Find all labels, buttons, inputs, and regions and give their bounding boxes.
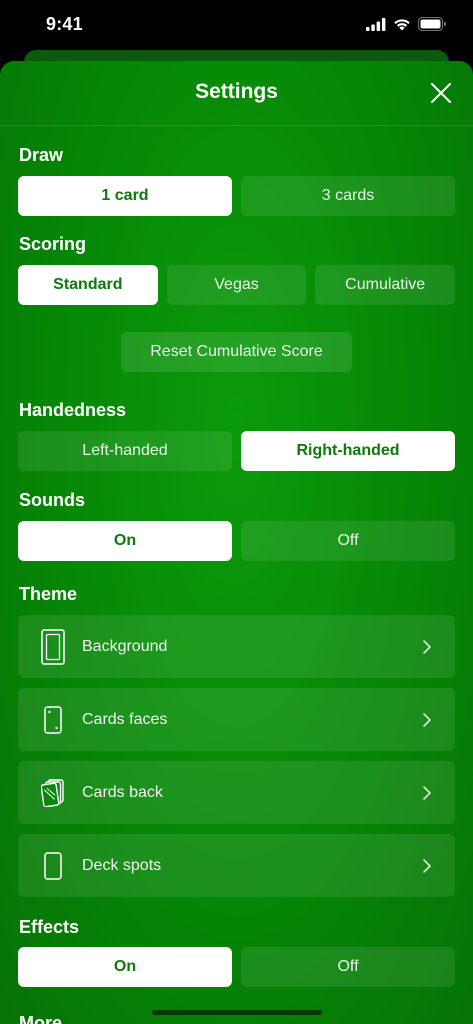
sounds-option-on[interactable]: On bbox=[18, 521, 232, 561]
theme-item-background[interactable]: Background bbox=[18, 615, 455, 678]
handedness-label: Handedness bbox=[19, 400, 127, 420]
sounds-segmented-control: On Off bbox=[18, 521, 455, 561]
effects-option-off[interactable]: Off bbox=[241, 947, 455, 987]
page-title: Settings bbox=[195, 80, 278, 103]
draw-option-3-cards[interactable]: 3 cards bbox=[241, 176, 455, 216]
handedness-segmented-control: Left-handed Right-handed bbox=[18, 431, 455, 471]
draw-segmented-control: 1 card 3 cards bbox=[18, 176, 455, 216]
close-button[interactable] bbox=[427, 79, 455, 107]
chevron-right-icon bbox=[421, 639, 433, 655]
status-time: 9:41 bbox=[46, 14, 83, 34]
app-screen: 9:41 Settings Draw 1 card 3 cards Scorin… bbox=[0, 0, 473, 1024]
background-icon bbox=[38, 628, 68, 665]
deck-spots-icon bbox=[38, 848, 68, 884]
chevron-right-icon bbox=[421, 712, 433, 728]
card-back-icon bbox=[38, 775, 68, 811]
effects-option-on[interactable]: On bbox=[18, 947, 232, 987]
card-faces-icon bbox=[38, 702, 68, 738]
effects-segmented-control: On Off bbox=[18, 947, 455, 987]
battery-icon bbox=[418, 17, 446, 31]
handedness-option-right[interactable]: Right-handed bbox=[241, 431, 455, 471]
sounds-label: Sounds bbox=[19, 490, 85, 510]
theme-item-label: Deck spots bbox=[82, 856, 162, 874]
scoring-option-standard[interactable]: Standard bbox=[18, 265, 158, 305]
theme-label: Theme bbox=[19, 584, 78, 604]
handedness-option-left[interactable]: Left-handed bbox=[18, 431, 232, 471]
more-label: More bbox=[19, 1013, 63, 1024]
home-indicator[interactable] bbox=[152, 1010, 322, 1015]
theme-item-label: Background bbox=[82, 637, 168, 655]
reset-cumulative-score-button[interactable]: Reset Cumulative Score bbox=[121, 332, 352, 372]
wifi-icon bbox=[394, 18, 410, 30]
draw-option-1-card[interactable]: 1 card bbox=[18, 176, 232, 216]
scoring-option-vegas[interactable]: Vegas bbox=[166, 265, 307, 305]
theme-item-deck-spots[interactable]: Deck spots bbox=[18, 834, 455, 897]
sheet-header: Settings bbox=[0, 61, 473, 126]
draw-label: Draw bbox=[19, 145, 64, 165]
scoring-segmented-control: Standard Vegas Cumulative bbox=[18, 265, 456, 305]
chevron-right-icon bbox=[421, 785, 433, 801]
scoring-option-cumulative[interactable]: Cumulative bbox=[315, 265, 456, 305]
scoring-label: Scoring bbox=[19, 234, 87, 254]
signal-icon bbox=[366, 17, 386, 31]
theme-item-card-faces[interactable]: Cards faces bbox=[18, 688, 455, 751]
theme-item-label: Cards back bbox=[82, 783, 163, 801]
settings-sheet: Settings Draw 1 card 3 cards Scoring Sta… bbox=[0, 61, 473, 1024]
close-icon bbox=[431, 83, 451, 103]
theme-item-card-back[interactable]: Cards back bbox=[18, 761, 455, 824]
theme-item-label: Cards faces bbox=[82, 710, 168, 728]
status-bar: 9:41 bbox=[0, 0, 473, 52]
effects-label: Effects bbox=[19, 917, 80, 937]
sounds-option-off[interactable]: Off bbox=[241, 521, 455, 561]
status-icons bbox=[366, 17, 447, 31]
chevron-right-icon bbox=[421, 858, 433, 874]
